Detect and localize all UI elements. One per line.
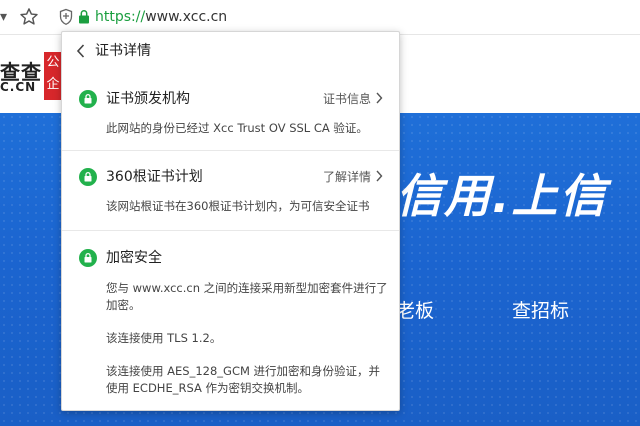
section-title: 360根证书计划 [106,169,203,185]
banner-slogan: 信用.上信 [396,169,608,223]
link-label: 了解详情 [322,170,371,184]
section-360-root-program: 360根证书计划 了解详情 该网站根证书在360根证书计划内，为可信安全证书 [62,150,399,230]
address-bar-url[interactable]: https://www.xcc.cn [95,7,227,27]
popup-header: 证书详情 [62,32,399,70]
certificate-details-popup: 证书详情 证书颁发机构 证书信息 此网站的身份已经过 Xcc Trust OV … [61,31,400,411]
shield-icon[interactable] [58,8,74,26]
star-icon[interactable] [18,6,40,28]
section-description: 该网站根证书在360根证书计划内，为可信安全证书 [106,199,370,213]
site-logo-badge: 公 企 [44,52,62,100]
dropdown-arrow-icon[interactable]: ▾ [0,8,12,26]
lock-icon[interactable] [78,9,90,24]
link-label: 证书信息 [322,92,371,106]
chevron-left-icon[interactable] [76,43,86,59]
url-host: www.xcc.cn [145,9,228,25]
chevron-right-icon [376,170,383,182]
nav-item-boss[interactable]: 老板 [396,296,434,323]
lock-icon [79,90,97,108]
site-logo-domain: C.CN [0,80,37,94]
section-encryption: 加密安全 您与 www.xcc.cn 之间的连接采用新型加密套件进行了加密。 该… [62,230,399,410]
section-title: 证书颁发机构 [106,91,190,107]
learn-more-link[interactable]: 了解详情 [323,167,383,187]
lock-icon [79,249,97,267]
tls-version-text: 该连接使用 TLS 1.2。 [106,331,222,345]
lock-icon [79,168,97,186]
logo-badge-char: 企 [46,77,60,92]
chevron-right-icon [376,92,383,104]
section-title: 加密安全 [106,250,162,266]
nav-item-bidding[interactable]: 查招标 [512,296,569,323]
popup-title: 证书详情 [95,43,151,59]
section-description: 此网站的身份已经过 Xcc Trust OV SSL CA 验证。 [106,121,368,135]
certificate-info-link[interactable]: 证书信息 [323,89,383,109]
logo-badge-char: 公 [46,55,60,70]
browser-toolbar: ▾ https://www.xcc.cn [0,0,640,35]
cipher-description: 该连接使用 AES_128_GCM 进行加密和身份验证，并使用 ECDHE_RS… [106,364,381,395]
section-certificate-authority: 证书颁发机构 证书信息 此网站的身份已经过 Xcc Trust OV SSL C… [62,70,399,150]
encryption-description: 您与 www.xcc.cn 之间的连接采用新型加密套件进行了加密。 [106,281,388,312]
url-scheme: https:// [95,9,146,25]
